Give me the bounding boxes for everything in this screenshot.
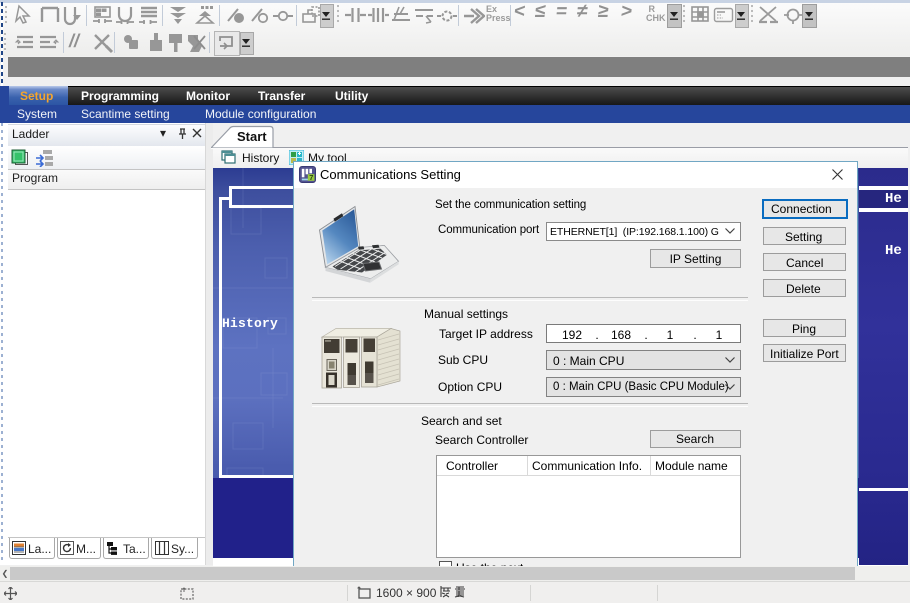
svg-text:7: 7 [309,173,313,182]
